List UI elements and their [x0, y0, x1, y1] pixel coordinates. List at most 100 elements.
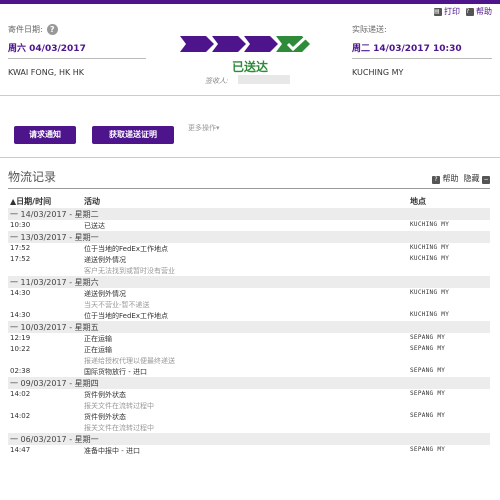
ship-day: 周六: [8, 44, 27, 54]
signed-by-label: 签收人:: [205, 77, 229, 85]
date-group-label: 一 11/03/2017 - 星期六: [10, 278, 99, 287]
question-icon[interactable]: ?: [46, 24, 58, 35]
column-location: 地点: [410, 197, 426, 206]
progress-step-1: [180, 36, 214, 52]
event-time: 17:52: [10, 244, 31, 252]
top-accent-bar: [0, 0, 500, 4]
event-detail: 报关文件在流转过程中: [84, 424, 154, 432]
event-location: KUCHING MY: [410, 221, 450, 228]
delivery-date: 周二 14/03/2017 10:30: [352, 41, 462, 54]
date-group-label: 一 06/03/2017 - 星期一: [10, 435, 99, 444]
event-location: KUCHING MY: [410, 289, 450, 296]
event-activity: 正在运输: [84, 346, 112, 354]
event-time: 14:30: [10, 311, 31, 319]
date-group-row[interactable]: 一 10/03/2017 - 星期五: [8, 321, 490, 333]
event-location: SEPANG MY: [410, 446, 446, 453]
date-group-row[interactable]: 一 11/03/2017 - 星期六: [8, 276, 490, 288]
ship-date-value: 04/03/2017: [29, 44, 86, 54]
collapse-icon: −: [482, 176, 490, 184]
signee-redacted: [238, 75, 290, 84]
request-notification-button[interactable]: 请求通知: [14, 126, 76, 144]
printer-icon: ▤: [434, 7, 442, 16]
table-row: 报递给授权代理以便最终递送: [8, 355, 490, 366]
table-row: 14:02 货件例外状态 SEPANG MY: [8, 411, 490, 422]
event-detail: 客户无法找到或暂时没有营业: [84, 267, 175, 275]
date-group-label: 一 10/03/2017 - 星期五: [10, 323, 99, 332]
destination-location: KUCHING MY: [352, 68, 404, 77]
progress-step-2: [212, 36, 246, 52]
ship-date-label: 寄件日期:?: [8, 24, 58, 35]
event-activity: 国际货物放行 - 进口: [84, 368, 147, 376]
table-row: 客户无法找到或暂时没有营业: [8, 265, 490, 276]
event-location: KUCHING MY: [410, 311, 450, 318]
event-activity: 已送达: [84, 222, 105, 230]
event-time: 17:52: [10, 255, 31, 263]
help-icon: ?: [466, 7, 474, 16]
table-row: 17:52 递送例外情况 KUCHING MY: [8, 254, 490, 265]
history-help-link[interactable]: ? 帮助: [431, 173, 459, 184]
origin-location: KWAI FONG, HK HK: [8, 68, 85, 77]
event-activity: 递送例外情况: [84, 256, 126, 264]
print-link[interactable]: ▤ 打印: [434, 6, 460, 17]
history-help-label: 帮助: [442, 174, 459, 183]
date-group-label: 一 14/03/2017 - 星期二: [10, 210, 99, 219]
help-label: 帮助: [476, 7, 492, 16]
header-divider: [0, 95, 500, 96]
event-location: KUCHING MY: [410, 255, 450, 262]
table-row: 10:22 正在运输 SEPANG MY: [8, 344, 490, 355]
help-link[interactable]: ? 帮助: [466, 6, 492, 17]
proof-of-delivery-button[interactable]: 获取递送证明: [92, 126, 174, 144]
date-group-label: 一 13/03/2017 - 星期一: [10, 233, 99, 242]
event-activity: 货件例外状态: [84, 413, 126, 421]
table-row: 12:19 正在运输 SEPANG MY: [8, 333, 490, 344]
event-activity: 递送例外情况: [84, 290, 126, 298]
history-column-headers: ▲日期/时间 活动 地点: [8, 194, 490, 206]
table-row: 14:30 位于当地的FedEx工作地点 KUCHING MY: [8, 310, 490, 321]
table-row: 14:30 递送例外情况 KUCHING MY: [8, 288, 490, 299]
event-location: SEPANG MY: [410, 345, 446, 352]
history-hide-link[interactable]: 隐藏 −: [463, 173, 490, 184]
actions-divider: [0, 157, 500, 158]
date-group-row[interactable]: 一 06/03/2017 - 星期一: [8, 433, 490, 445]
print-label: 打印: [444, 7, 460, 16]
column-activity: 活动: [84, 197, 100, 206]
event-activity: 货件例外状态: [84, 391, 126, 399]
progress-indicator: [180, 35, 310, 52]
ship-divider: [8, 58, 146, 59]
event-location: SEPANG MY: [410, 367, 446, 374]
event-time: 14:02: [10, 412, 31, 420]
history-table: 一 14/03/2017 - 星期二 10:30 已送达 KUCHING MY 一 13…: [8, 208, 490, 456]
event-location: SEPANG MY: [410, 334, 446, 341]
event-time: 14:02: [10, 390, 31, 398]
table-row: 17:52 位于当地的FedEx工作地点 KUCHING MY: [8, 243, 490, 254]
column-datetime[interactable]: ▲日期/时间: [10, 196, 51, 207]
table-row: 14:47 准备中报中 - 进口 SEPANG MY: [8, 445, 490, 456]
event-location: SEPANG MY: [410, 390, 446, 397]
delivery-divider: [352, 58, 492, 59]
event-time: 14:47: [10, 446, 31, 454]
event-location: KUCHING MY: [410, 244, 450, 251]
history-divider: [8, 188, 490, 189]
table-row: 报关文件在流转过程中: [8, 400, 490, 411]
event-time: 10:22: [10, 345, 31, 353]
delivery-status: 已送达: [231, 60, 268, 74]
date-group-row[interactable]: 一 14/03/2017 - 星期二: [8, 208, 490, 220]
event-time: 12:19: [10, 334, 31, 342]
date-group-row[interactable]: 一 13/03/2017 - 星期一: [8, 231, 490, 243]
event-activity: 位于当地的FedEx工作地点: [84, 245, 168, 253]
delivery-date-label: 实际递送:: [352, 25, 387, 34]
date-group-row[interactable]: 一 09/03/2017 - 星期四: [8, 377, 490, 389]
progress-step-3: [244, 36, 278, 52]
event-time: 14:30: [10, 289, 31, 297]
event-location: SEPANG MY: [410, 412, 446, 419]
event-time: 10:30: [10, 221, 31, 229]
ship-date: 周六 04/03/2017: [8, 41, 86, 54]
more-actions-dropdown[interactable]: 更多操作▾: [188, 123, 220, 133]
history-controls: ? 帮助 隐藏 −: [431, 173, 490, 184]
delivery-day: 周二: [352, 44, 371, 54]
table-row: 02:38 国际货物放行 - 进口 SEPANG MY: [8, 366, 490, 377]
table-row: 14:02 货件例外状态 SEPANG MY: [8, 389, 490, 400]
event-time: 02:38: [10, 367, 31, 375]
event-detail: 报递给授权代理以便最终递送: [84, 357, 175, 365]
help-icon: ?: [431, 176, 440, 184]
